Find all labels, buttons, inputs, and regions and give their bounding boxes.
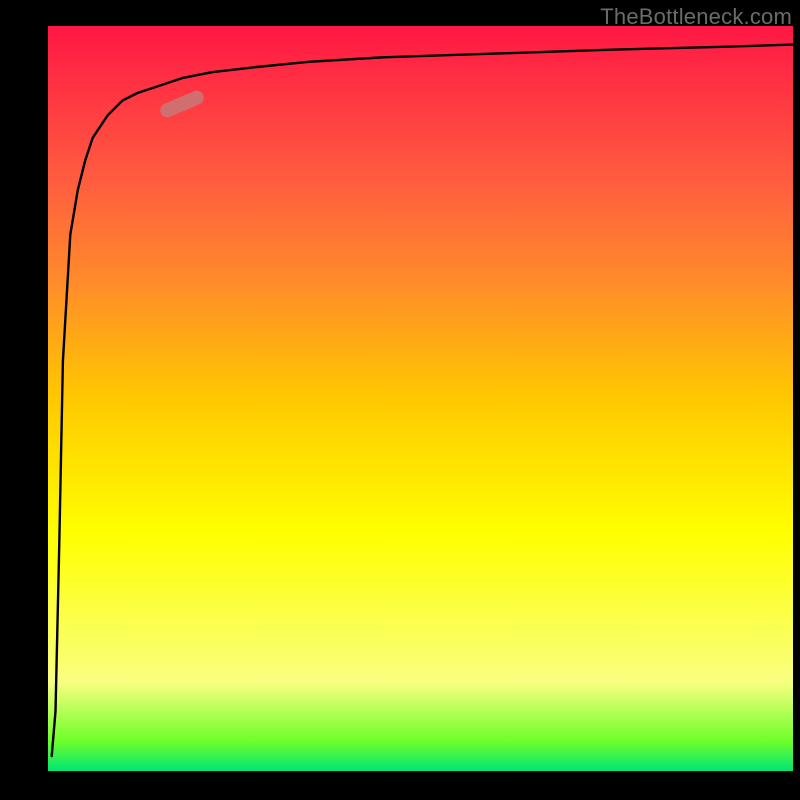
watermark-text: TheBottleneck.com	[600, 4, 792, 30]
chart-canvas: TheBottleneck.com	[0, 0, 800, 800]
plot-gradient-background	[48, 26, 793, 771]
